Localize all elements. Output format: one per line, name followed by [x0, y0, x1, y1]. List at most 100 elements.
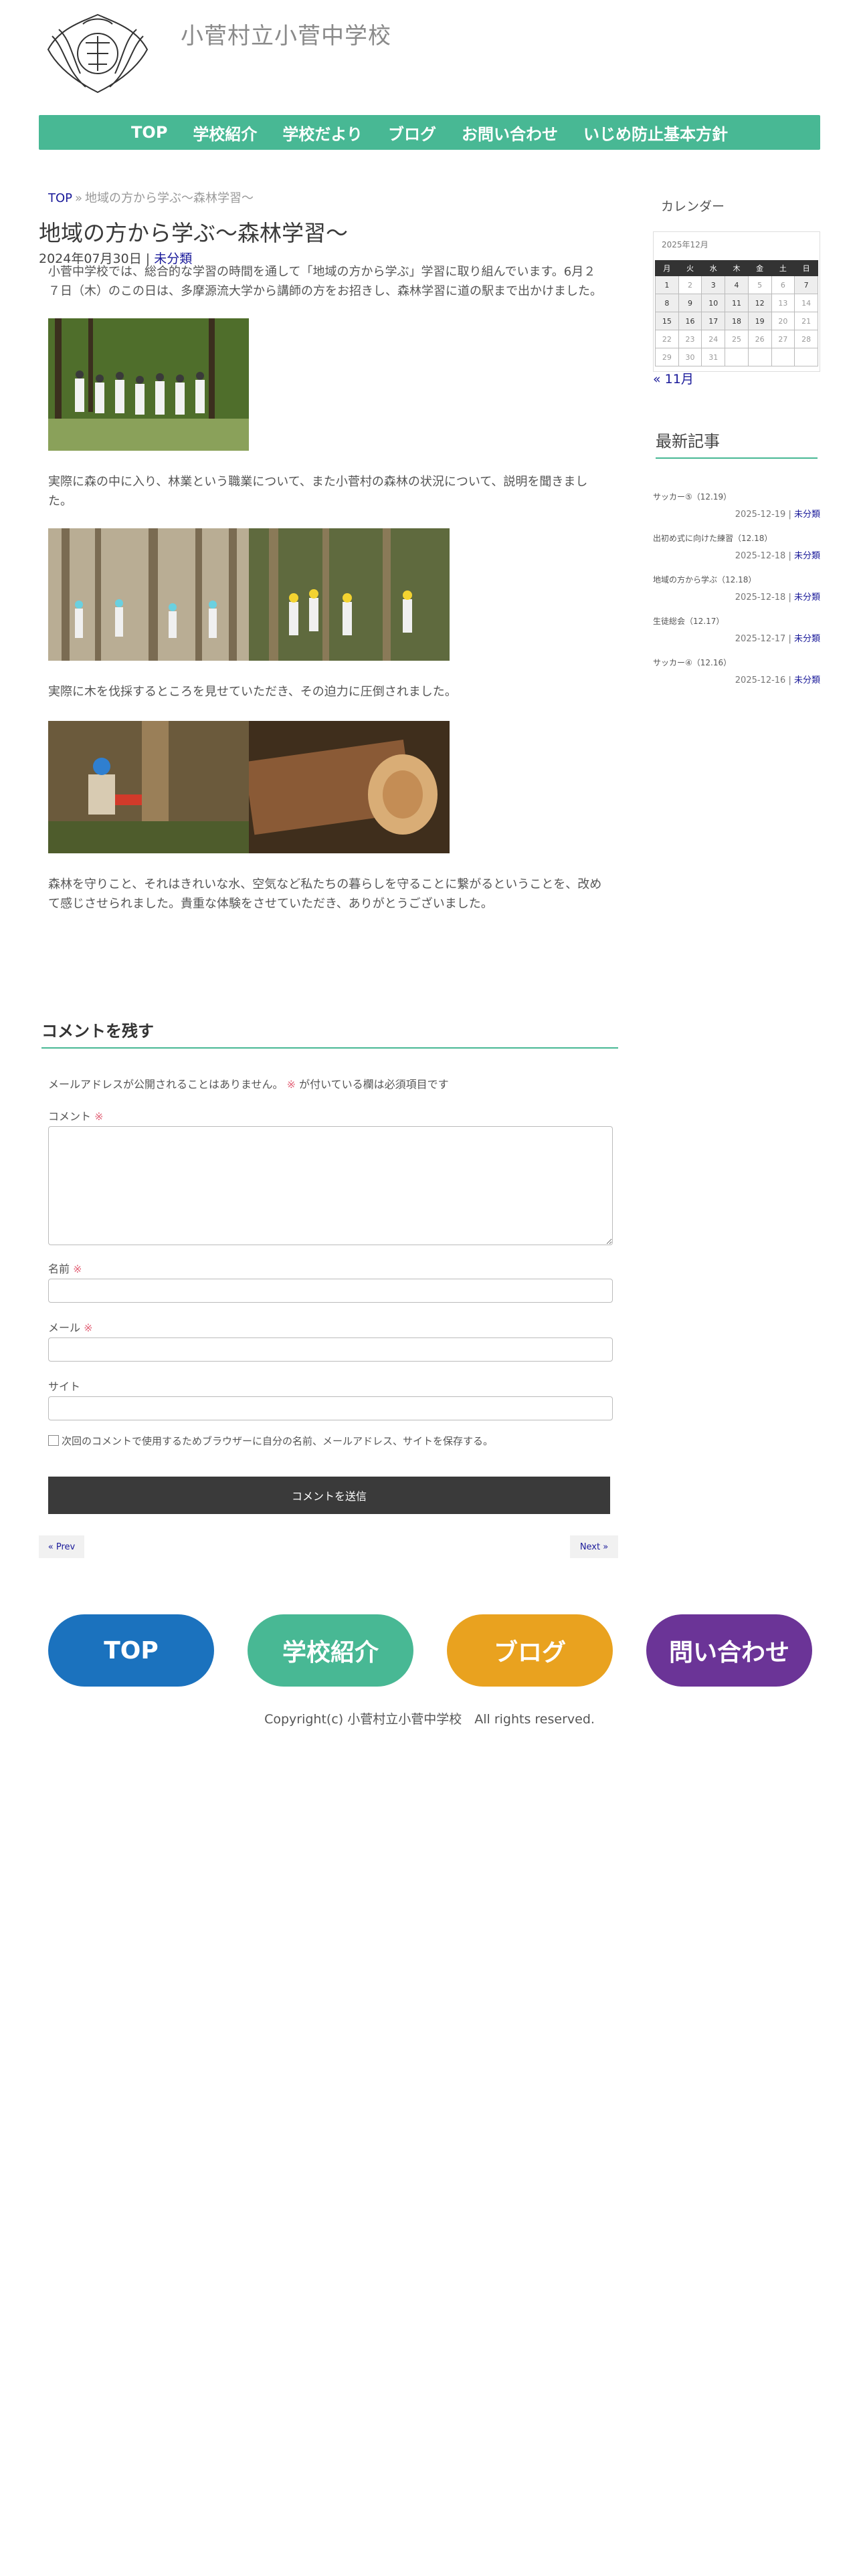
footer-contact-button[interactable]: 問い合わせ — [646, 1614, 812, 1687]
calendar-weekday: 火 — [678, 260, 702, 276]
nav-item-top[interactable]: TOP — [118, 123, 180, 142]
comment-notes: メールアドレスが公開されることはありません。 ※ が付いている欄は必須項目です — [48, 1075, 449, 1091]
calendar-day-link[interactable]: 7 — [794, 276, 818, 294]
calendar-day-link[interactable]: 4 — [725, 276, 749, 294]
recent-post-link[interactable]: 出初め式に向けた練習（12.18） — [653, 532, 772, 544]
calendar-weekday: 水 — [701, 260, 726, 276]
recent-post-date: 2025-12-17 | — [735, 634, 794, 644]
calendar-day-link[interactable]: 15 — [655, 312, 679, 330]
recent-post-meta: 2025-12-18 | 未分類 — [653, 590, 820, 603]
save-info-checkbox[interactable] — [48, 1435, 59, 1446]
calendar-day: 20 — [771, 312, 795, 330]
footer-school-intro-button[interactable]: 学校紹介 — [248, 1614, 413, 1687]
recent-post-date: 2025-12-19 | — [735, 510, 794, 520]
school-emblem-logo[interactable] — [39, 9, 157, 98]
comment-textarea[interactable] — [48, 1126, 613, 1245]
recent-post-meta: 2025-12-17 | 未分類 — [653, 631, 820, 644]
nav-item-anti-bullying-policy[interactable]: いじめ防止基本方針 — [571, 121, 741, 144]
calendar-day-link[interactable]: 8 — [655, 294, 679, 312]
recent-post-category-link[interactable]: 未分類 — [794, 593, 820, 603]
calendar-day-link[interactable]: 1 — [655, 276, 679, 294]
recent-post-category-link[interactable]: 未分類 — [794, 634, 820, 644]
calendar-day: 30 — [678, 348, 702, 366]
calendar-week-row: 29 30 31 — [655, 348, 818, 366]
email-field[interactable] — [48, 1337, 613, 1362]
name-label: 名前 ※ — [48, 1260, 82, 1276]
calendar-weekday: 日 — [794, 260, 818, 276]
comment-notes-text-after: が付いている欄は必須項目です — [299, 1078, 449, 1091]
recent-post-link[interactable]: 地域の方から学ぶ（12.18） — [653, 574, 756, 585]
calendar-empty-cell — [794, 348, 818, 366]
recent-post-date: 2025-12-16 | — [735, 675, 794, 685]
forest-group-photo — [48, 318, 249, 451]
calendar-widget: 2025年12月 月火水木金土日 1 2 3 4 5 6 7 8 9 10 11 12 13 14 15 16… — [653, 231, 820, 372]
main-nav: TOP 学校紹介 学校だより ブログ お問い合わせ いじめ防止基本方針 — [39, 115, 820, 150]
calendar-day-link[interactable]: 17 — [701, 312, 726, 330]
website-label: サイト — [48, 1380, 81, 1393]
breadcrumb: TOP» 地域の方から学ぶ〜森林学習〜 — [48, 189, 254, 206]
calendar-day-link[interactable]: 10 — [701, 294, 726, 312]
calendar-day: 29 — [655, 348, 679, 366]
felled-log-photo — [249, 721, 450, 853]
nav-item-blog[interactable]: ブログ — [375, 121, 449, 144]
calendar-weekday: 月 — [655, 260, 679, 276]
comment-notes-text: メールアドレスが公開されることはありません。 — [48, 1078, 284, 1091]
recent-post-link[interactable]: サッカー⑤（12.19） — [653, 491, 731, 502]
name-field[interactable] — [48, 1279, 613, 1303]
calendar-weekday: 土 — [771, 260, 795, 276]
calendar-day-link[interactable]: 11 — [725, 294, 749, 312]
calendar-weekday: 金 — [747, 260, 772, 276]
calendar-day-link[interactable]: 12 — [747, 294, 772, 312]
calendar-body: 1 2 3 4 5 6 7 8 9 10 11 12 13 14 15 16 17 18 19 20 21 22 23 24 2… — [655, 276, 818, 366]
calendar-day: 31 — [701, 348, 726, 366]
forest-lecture-illustration — [249, 528, 450, 661]
cedar-forest-students-photo — [48, 528, 249, 661]
comment-form-heading: コメントを残す — [41, 1022, 154, 1041]
recent-post-link[interactable]: サッカー④（12.16） — [653, 657, 731, 668]
calendar-day-link[interactable]: 19 — [747, 312, 772, 330]
recent-post-link[interactable]: 生徒総会（12.17） — [653, 615, 724, 627]
calendar-day: 24 — [701, 330, 726, 348]
save-info-label[interactable]: 次回のコメントで使用するためブラウザーに自分の名前、メールアドレス、サイトを保存… — [62, 1434, 493, 1448]
next-post-button[interactable]: Next » — [570, 1535, 618, 1558]
calendar-table: 月火水木金土日 1 2 3 4 5 6 7 8 9 10 11 12 13 14 15 16 17 18 19 20 2… — [655, 260, 818, 366]
school-emblem-icon — [47, 13, 149, 94]
breadcrumb-home-link[interactable]: TOP — [48, 191, 72, 205]
calendar-day-link[interactable]: 18 — [725, 312, 749, 330]
website-field[interactable] — [48, 1396, 613, 1420]
recent-post-category-link[interactable]: 未分類 — [794, 551, 820, 561]
calendar-day: 5 — [747, 276, 772, 294]
heading-divider — [656, 457, 818, 459]
breadcrumb-current: 地域の方から学ぶ〜森林学習〜 — [85, 191, 254, 205]
calendar-empty-cell — [747, 348, 772, 366]
calendar-weekday-row: 月火水木金土日 — [655, 260, 818, 276]
prev-post-button[interactable]: « Prev — [39, 1535, 84, 1558]
nav-item-school-intro[interactable]: 学校紹介 — [180, 121, 270, 144]
calendar-day-link[interactable]: 3 — [701, 276, 726, 294]
recent-post-category-link[interactable]: 未分類 — [794, 510, 820, 520]
recent-posts-heading: 最新記事 — [656, 432, 720, 451]
calendar-heading: カレンダー — [661, 199, 725, 214]
calendar-day-link[interactable]: 16 — [678, 312, 702, 330]
post-paragraph: 実際に森の中に入り、林業という職業について、また小菅村の森林の状況について、説明… — [48, 475, 588, 508]
submit-comment-button[interactable]: コメントを送信 — [48, 1477, 610, 1514]
calendar-weekday: 木 — [725, 260, 749, 276]
nav-item-contact[interactable]: お問い合わせ — [449, 121, 571, 144]
comment-label: コメント ※ — [48, 1107, 104, 1123]
post-paragraph: 小菅中学校では、総合的な学習の時間を通して「地域の方から学ぶ」学習に取り組んでい… — [48, 265, 602, 298]
calendar-day: 25 — [725, 330, 749, 348]
footer-top-button[interactable]: TOP — [48, 1614, 214, 1687]
calendar-empty-cell — [771, 348, 795, 366]
copyright-text: Copyright(c) 小菅村立小菅中学校 All rights reserv… — [264, 1712, 595, 1727]
site-title[interactable]: 小菅村立小菅中学校 — [181, 17, 391, 50]
recent-post-meta: 2025-12-16 | 未分類 — [653, 673, 820, 685]
recent-post-category-link[interactable]: 未分類 — [794, 675, 820, 685]
footer-blog-button[interactable]: ブログ — [447, 1614, 613, 1687]
calendar-prev-month-link[interactable]: « 11月 — [653, 369, 694, 387]
comment-label-text: コメント — [48, 1110, 92, 1123]
calendar-day-link[interactable]: 9 — [678, 294, 702, 312]
name-label-text: 名前 — [48, 1263, 70, 1275]
nav-item-newsletter[interactable]: 学校だより — [270, 121, 375, 144]
calendar-day: 14 — [794, 294, 818, 312]
calendar-day: 26 — [747, 330, 772, 348]
